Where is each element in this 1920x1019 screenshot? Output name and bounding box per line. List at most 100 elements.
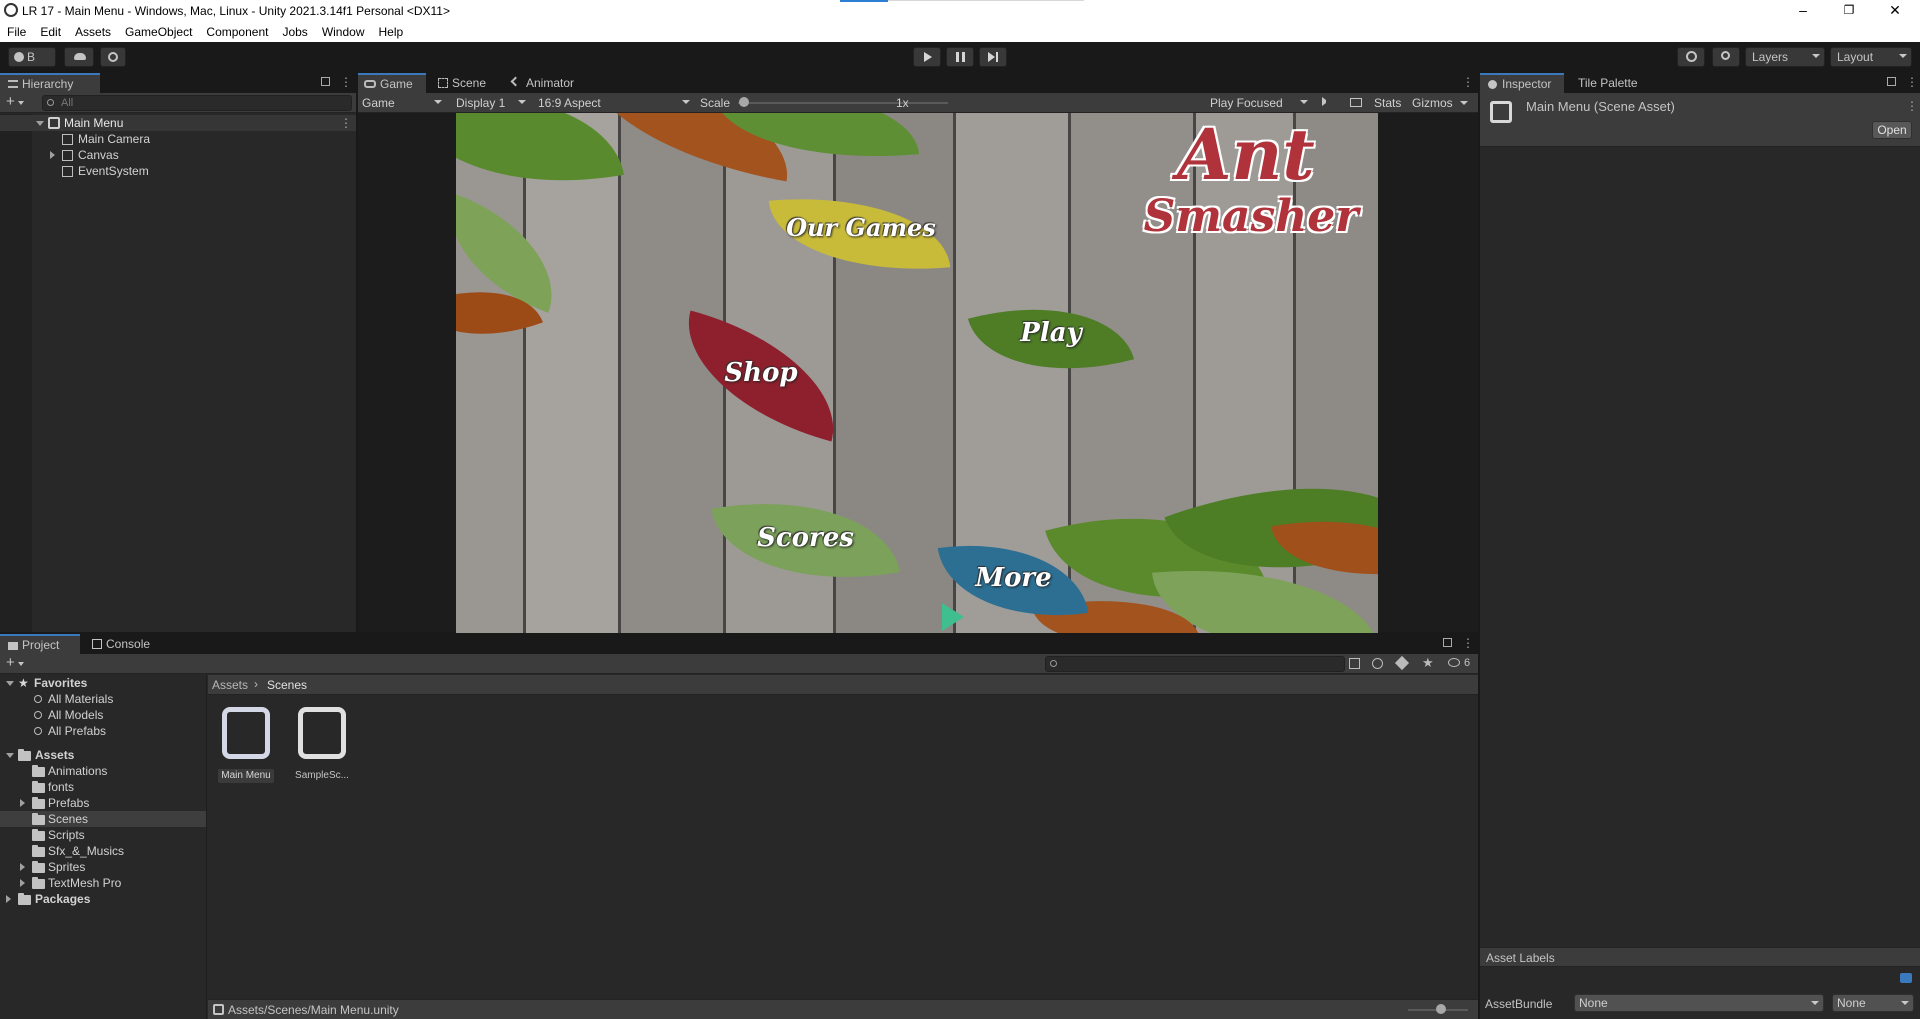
menu-window[interactable]: Window — [315, 22, 372, 39]
favorites-row[interactable]: ★ Favorites — [0, 675, 206, 691]
asset-folder-item[interactable]: Prefabs — [0, 795, 206, 811]
more-options-icon[interactable]: ⋮ — [1462, 636, 1474, 650]
layout-dropdown[interactable]: Layout — [1830, 47, 1912, 67]
scale-slider-track[interactable] — [738, 102, 948, 104]
stats-button[interactable]: Stats — [1374, 96, 1401, 110]
expand-arrow-icon[interactable] — [20, 879, 25, 887]
hierarchy-item[interactable]: Main Camera — [0, 131, 356, 147]
tab-scene-label: Scene — [452, 76, 487, 90]
icon-size-slider-handle[interactable] — [1436, 1004, 1446, 1014]
more-options-icon[interactable]: ⋮ — [340, 115, 352, 131]
label-icon[interactable] — [1394, 655, 1410, 671]
chevron-down-icon[interactable] — [1460, 101, 1468, 105]
tab-game[interactable]: Game — [358, 73, 426, 93]
hierarchy-item[interactable]: Canvas — [0, 147, 356, 163]
expand-arrow-icon[interactable] — [20, 799, 25, 807]
asset-folder-item[interactable]: Scripts — [0, 827, 206, 843]
assetbundle-variant-dropdown[interactable]: None — [1832, 994, 1914, 1012]
tab-inspector[interactable]: Inspector — [1480, 73, 1564, 93]
open-button[interactable]: Open — [1872, 121, 1912, 139]
label-tag-icon[interactable] — [1900, 973, 1912, 983]
display-dropdown[interactable]: Display 1 — [452, 94, 530, 112]
game-mode-dropdown[interactable]: Game — [360, 94, 446, 112]
gizmos-button[interactable]: Gizmos — [1412, 96, 1453, 110]
asset-folder-item[interactable]: Animations — [0, 763, 206, 779]
hierarchy-search-input[interactable]: All — [42, 95, 352, 111]
assetbundle-value: None — [1579, 996, 1608, 1010]
expand-arrow-icon[interactable] — [6, 681, 14, 686]
favorite-item[interactable]: All Materials — [0, 691, 206, 707]
add-icon[interactable]: + — [6, 654, 15, 671]
lock-icon[interactable] — [1443, 638, 1452, 647]
star-icon: ★ — [18, 676, 29, 690]
menu-assets[interactable]: Assets — [68, 22, 118, 39]
asset-folder-item[interactable]: Sfx_&_Musics — [0, 843, 206, 859]
menu-help[interactable]: Help — [372, 22, 411, 39]
scale-slider-handle[interactable] — [739, 97, 749, 107]
project-search-input[interactable] — [1045, 656, 1345, 672]
layers-dropdown[interactable]: Layers — [1745, 47, 1825, 67]
expand-arrow-icon[interactable] — [20, 863, 25, 871]
favorite-star-icon[interactable]: ★ — [1422, 655, 1434, 671]
assetbundle-dropdown[interactable]: None — [1574, 994, 1824, 1012]
lock-icon[interactable] — [321, 77, 330, 86]
play-button[interactable] — [913, 47, 941, 67]
tab-animator[interactable]: Animator — [504, 73, 590, 93]
account-dropdown[interactable]: B — [8, 47, 56, 67]
tab-console[interactable]: Console — [84, 634, 164, 654]
tab-scene[interactable]: Scene — [430, 73, 498, 93]
play-mode-dropdown[interactable]: Play Focused — [1206, 94, 1312, 112]
asset-folder-item[interactable]: Sprites — [0, 859, 206, 875]
more-options-icon[interactable]: ⋮ — [1906, 75, 1918, 89]
file-tile[interactable]: SampleSc... — [294, 707, 350, 783]
hierarchy-scene-row[interactable]: Main Menu ⋮ — [0, 115, 356, 131]
tab-tile-palette[interactable]: Tile Palette — [1566, 73, 1662, 93]
assets-root-row[interactable]: Assets — [0, 747, 206, 763]
favorite-item[interactable]: All Models — [0, 707, 206, 723]
menu-edit[interactable]: Edit — [33, 22, 68, 39]
search-icon — [1050, 660, 1057, 667]
chevron-down-icon[interactable] — [18, 662, 24, 666]
asset-folder-item[interactable]: fonts — [0, 779, 206, 795]
expand-arrow-icon[interactable] — [36, 121, 44, 126]
tab-project[interactable]: Project — [0, 634, 80, 654]
filter-icon[interactable] — [1372, 658, 1383, 669]
asset-folder-item-selected[interactable]: Scenes — [0, 811, 206, 827]
expand-arrow-icon[interactable] — [50, 151, 55, 159]
mute-audio-icon[interactable] — [1322, 97, 1331, 106]
file-tile[interactable]: Main Menu — [218, 707, 274, 783]
more-options-icon[interactable]: ⋮ — [1462, 75, 1474, 89]
chevron-down-icon[interactable] — [18, 101, 24, 105]
add-icon[interactable]: + — [6, 93, 15, 110]
expand-arrow-icon[interactable] — [6, 895, 11, 903]
search-button[interactable] — [1712, 47, 1740, 67]
menu-file[interactable]: File — [0, 22, 33, 39]
step-button[interactable] — [979, 47, 1007, 67]
more-options-icon[interactable]: ⋮ — [1906, 99, 1918, 113]
expand-arrow-icon[interactable] — [6, 753, 14, 758]
undo-history-button[interactable] — [1677, 47, 1705, 67]
search-by-type-icon[interactable] — [1349, 658, 1360, 669]
tab-hierarchy[interactable]: Hierarchy — [0, 73, 100, 93]
minimize-button[interactable]: – — [1780, 0, 1826, 22]
restore-button[interactable]: ❐ — [1826, 0, 1872, 22]
more-options-icon[interactable]: ⋮ — [340, 75, 352, 89]
hierarchy-item[interactable]: EventSystem — [0, 163, 356, 179]
lock-icon[interactable] — [1887, 77, 1896, 86]
asset-folder-item[interactable]: TextMesh Pro — [0, 875, 206, 891]
menu-gameobject[interactable]: GameObject — [118, 22, 199, 39]
favorite-item[interactable]: All Prefabs — [0, 723, 206, 739]
aspect-dropdown[interactable]: 16:9 Aspect — [534, 94, 694, 112]
unity-scene-icon — [48, 117, 60, 129]
collab-button[interactable] — [100, 47, 126, 67]
stats-grid-icon[interactable] — [1350, 98, 1362, 107]
pause-button[interactable] — [946, 47, 974, 67]
menu-jobs[interactable]: Jobs — [275, 22, 314, 39]
cloud-button[interactable] — [64, 47, 94, 67]
packages-root-row[interactable]: Packages — [0, 891, 206, 907]
hidden-eye-icon[interactable] — [1448, 658, 1460, 667]
breadcrumb-item[interactable]: Scenes — [267, 678, 307, 692]
menu-component[interactable]: Component — [199, 22, 275, 39]
breadcrumb-item[interactable]: Assets — [212, 678, 248, 692]
close-button[interactable]: ✕ — [1872, 0, 1918, 22]
